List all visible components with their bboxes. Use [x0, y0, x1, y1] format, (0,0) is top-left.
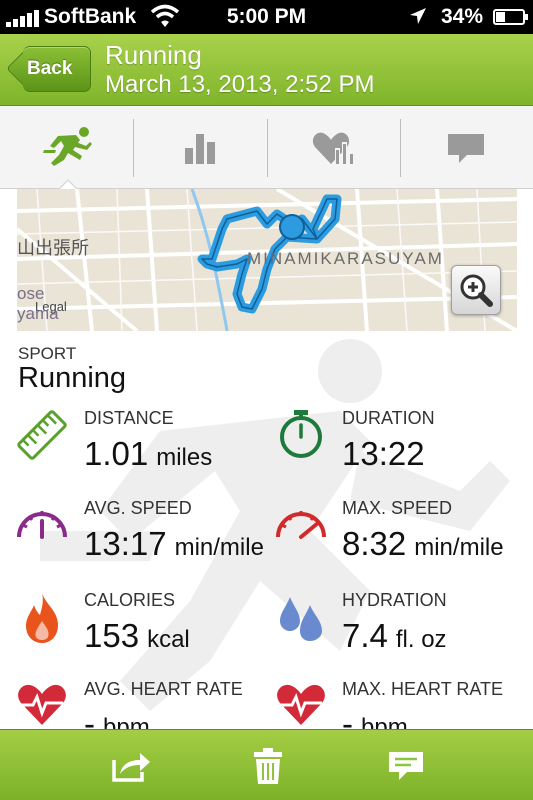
map-partial-label: yama: [17, 304, 59, 323]
water-drops-icon: [280, 597, 322, 641]
tab-charts[interactable]: [133, 107, 266, 189]
max-speed-label: MAX. SPEED: [342, 498, 453, 518]
stopwatch-icon: [280, 410, 322, 458]
heart-chart-icon: [313, 132, 355, 164]
avg-heart-rate-label: AVG. HEART RATE: [84, 679, 243, 699]
max-heart-rate-value: - bpm: [342, 705, 408, 729]
heart-pulse-icon: [18, 684, 66, 725]
share-button[interactable]: [92, 730, 172, 800]
nav-header: Back Running March 13, 2013, 2:52 PM: [0, 34, 533, 106]
tab-summary[interactable]: [0, 107, 133, 191]
location-arrow-icon: [408, 6, 428, 32]
hydration-value: 7.4 fl. oz: [342, 617, 447, 654]
page-title: Running: [105, 40, 202, 70]
comment-icon: [389, 751, 423, 780]
page-subtitle: March 13, 2013, 2:52 PM: [105, 71, 375, 98]
heart-pulse-max-icon: [277, 684, 325, 725]
speedometer-max-icon: [276, 511, 326, 539]
delete-button[interactable]: [228, 730, 308, 800]
max-speed-value: 8:32 min/mile: [342, 525, 504, 562]
avg-speed-label: AVG. SPEED: [84, 498, 192, 518]
route-map[interactable]: 山出張所 MINAMIKARASUYAM ose Legal yama: [17, 189, 517, 331]
tab-heart-rate[interactable]: [266, 107, 400, 189]
bar-chart-icon: [184, 134, 215, 164]
tab-bar: [0, 107, 533, 191]
comment-button[interactable]: [366, 730, 446, 800]
duration-value: 13:22: [342, 435, 425, 472]
tab-comments[interactable]: [399, 107, 533, 189]
map-district-label: MINAMIKARASUYAM: [247, 249, 444, 268]
distance-label: DISTANCE: [84, 408, 174, 428]
bottom-toolbar: [0, 729, 533, 800]
workout-details: SPORT Running DISTANCE 1.01 miles DURATIO…: [0, 331, 533, 729]
calories-value: 153 kcal: [84, 617, 190, 654]
share-icon: [112, 752, 150, 782]
hydration-label: HYDRATION: [342, 590, 447, 610]
back-button[interactable]: Back: [6, 45, 91, 92]
runner-icon: [42, 127, 92, 166]
map-zoom-button[interactable]: [451, 265, 501, 315]
sport-value: Running: [18, 362, 127, 394]
duration-label: DURATION: [342, 408, 435, 428]
calories-label: CALORIES: [84, 590, 176, 610]
zoom-in-icon: [460, 274, 493, 307]
avg-speed-value: 13:17 min/mile: [84, 525, 264, 562]
map-place-label: 山出張所: [17, 238, 89, 258]
avg-heart-rate-value: - bpm: [84, 705, 150, 729]
max-heart-rate-label: MAX. HEART RATE: [342, 679, 504, 699]
back-button-label: Back: [27, 58, 73, 79]
speedometer-icon: [17, 511, 67, 539]
distance-value: 1.01 miles: [84, 435, 213, 472]
battery-icon: [493, 9, 528, 25]
ruler-icon: [17, 410, 67, 460]
status-bar: SoftBank 5:00 PM 34%: [0, 0, 533, 34]
flame-icon: [26, 593, 58, 643]
sport-label: SPORT: [18, 344, 77, 363]
speech-bubble-icon: [448, 134, 485, 163]
trash-icon: [254, 747, 282, 784]
battery-percent: 34%: [441, 5, 484, 28]
